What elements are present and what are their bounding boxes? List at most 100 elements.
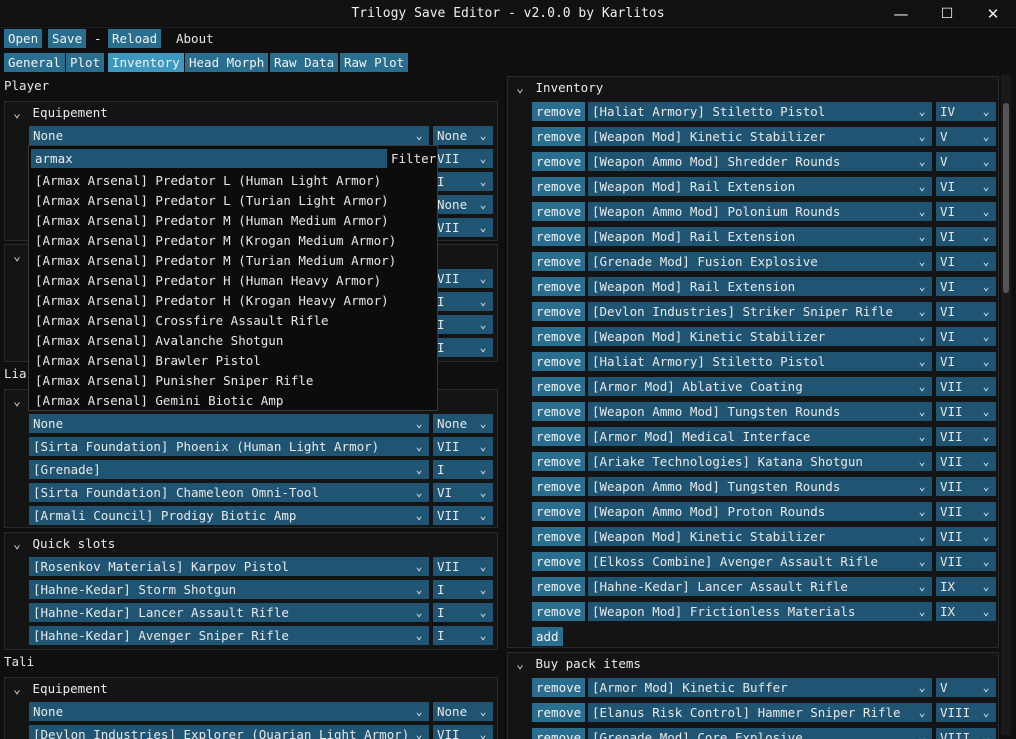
level-select[interactable]: V ⌄ (936, 127, 996, 146)
level-select[interactable]: VI ⌄ (936, 252, 996, 271)
level-select[interactable]: I ⌄ (433, 603, 493, 622)
quick-slot-select[interactable]: [Hahne-Kedar] Storm Shotgun ⌄ (29, 580, 429, 599)
level-select[interactable]: V ⌄ (936, 678, 996, 697)
filter-input[interactable]: armax (31, 149, 387, 168)
level-select[interactable]: VI ⌄ (936, 352, 996, 371)
level-select[interactable]: VII ⌄ (936, 452, 996, 471)
save-button[interactable]: Save (48, 29, 87, 48)
item-select[interactable]: [Hahne-Kedar] Lancer Assault Rifle ⌄ (588, 577, 932, 596)
remove-item-button[interactable]: remove (532, 127, 586, 146)
panel-header[interactable]: ⌄ (9, 391, 25, 411)
dropdown-option[interactable]: [Armax Arsenal] Gemini Biotic Amp (35, 391, 283, 411)
about-menu[interactable]: About (176, 31, 214, 46)
remove-item-button[interactable]: remove (532, 728, 586, 739)
equipment-select[interactable]: None ⌄ (29, 414, 429, 433)
remove-item-button[interactable]: remove (532, 327, 586, 346)
remove-item-button[interactable]: remove (532, 427, 586, 446)
item-select[interactable]: [Grenade Mod] Fusion Explosive ⌄ (588, 252, 932, 271)
level-select[interactable]: VI ⌄ (936, 277, 996, 296)
item-select[interactable]: [Weapon Ammo Mod] Tungsten Rounds ⌄ (588, 477, 932, 496)
tab-inventory[interactable]: Inventory (108, 53, 184, 72)
level-select[interactable]: VI ⌄ (433, 483, 493, 502)
panel-header[interactable]: ⌄ (9, 246, 25, 266)
close-button[interactable]: ✕ (970, 0, 1016, 28)
level-select[interactable]: IV ⌄ (936, 102, 996, 121)
item-select[interactable]: [Weapon Mod] Kinetic Stabilizer ⌄ (588, 327, 932, 346)
level-select[interactable]: VII ⌄ (433, 557, 493, 576)
level-select[interactable]: IX ⌄ (936, 577, 996, 596)
item-select[interactable]: [Grenade Mod] Core Explosive ⌄ (588, 728, 932, 739)
equipment-select[interactable]: [Grenade] ⌄ (29, 460, 429, 479)
equipment-select[interactable]: None ⌄ (29, 702, 429, 721)
level-select[interactable]: I ⌄ (433, 460, 493, 479)
item-select[interactable]: [Elkoss Combine] Avenger Assault Rifle ⌄ (588, 552, 932, 571)
level-select[interactable]: I ⌄ (433, 172, 493, 191)
remove-item-button[interactable]: remove (532, 678, 586, 697)
dropdown-option[interactable]: [Armax Arsenal] Avalanche Shotgun (35, 331, 283, 351)
tab-raw-plot[interactable]: Raw Plot (340, 53, 409, 72)
item-select[interactable]: [Ariake Technologies] Katana Shotgun ⌄ (588, 452, 932, 471)
quick-slots-header[interactable]: ⌄ Quick slots (9, 534, 115, 554)
level-select[interactable]: VIII ⌄ (936, 728, 996, 739)
remove-item-button[interactable]: remove (532, 402, 586, 421)
level-select[interactable]: VII ⌄ (936, 502, 996, 521)
remove-item-button[interactable]: remove (532, 527, 586, 546)
item-select[interactable]: [Armor Mod] Kinetic Buffer ⌄ (588, 678, 932, 697)
level-select[interactable]: VI ⌄ (936, 227, 996, 246)
item-select[interactable]: [Armor Mod] Medical Interface ⌄ (588, 427, 932, 446)
vertical-scrollbar[interactable] (1001, 75, 1011, 735)
dropdown-option[interactable]: [Armax Arsenal] Predator L (Human Light … (35, 171, 381, 191)
quick-slot-select[interactable]: [Hahne-Kedar] Lancer Assault Rifle ⌄ (29, 603, 429, 622)
remove-item-button[interactable]: remove (532, 602, 586, 621)
add-item-button[interactable]: add (532, 627, 563, 646)
equipment-select[interactable]: [Armali Council] Prodigy Biotic Amp ⌄ (29, 506, 429, 525)
level-select[interactable]: V ⌄ (936, 152, 996, 171)
level-select[interactable]: VII ⌄ (433, 218, 493, 237)
dropdown-option[interactable]: [Armax Arsenal] Punisher Sniper Rifle (35, 371, 313, 391)
remove-item-button[interactable]: remove (532, 577, 586, 596)
level-select[interactable]: VII ⌄ (433, 725, 493, 739)
level-select[interactable]: VI ⌄ (936, 327, 996, 346)
equipment-select[interactable]: None ⌄ (29, 126, 429, 145)
buy-pack-header[interactable]: ⌄ Buy pack items (512, 654, 641, 674)
dropdown-option[interactable]: [Armax Arsenal] Predator L (Turian Light… (35, 191, 389, 211)
level-select[interactable]: None ⌄ (433, 702, 493, 721)
item-select[interactable]: [Weapon Ammo Mod] Polonium Rounds ⌄ (588, 202, 932, 221)
scrollbar-thumb[interactable] (1003, 103, 1009, 293)
remove-item-button[interactable]: remove (532, 152, 586, 171)
reload-button[interactable]: Reload (108, 29, 162, 48)
level-select[interactable]: None ⌄ (433, 126, 493, 145)
level-select[interactable]: IX ⌄ (936, 602, 996, 621)
item-select[interactable]: [Armor Mod] Ablative Coating ⌄ (588, 377, 932, 396)
dropdown-option[interactable]: [Armax Arsenal] Brawler Pistol (35, 351, 261, 371)
remove-item-button[interactable]: remove (532, 552, 586, 571)
level-select[interactable]: VII ⌄ (936, 527, 996, 546)
equipment-select[interactable]: [Sirta Foundation] Chameleon Omni-Tool ⌄ (29, 483, 429, 502)
remove-item-button[interactable]: remove (532, 227, 586, 246)
remove-item-button[interactable]: remove (532, 502, 586, 521)
remove-item-button[interactable]: remove (532, 202, 586, 221)
minimize-button[interactable]: — (878, 0, 924, 28)
quick-slot-select[interactable]: [Rosenkov Materials] Karpov Pistol ⌄ (29, 557, 429, 576)
item-select[interactable]: [Devlon Industries] Striker Sniper Rifle… (588, 302, 932, 321)
equipment-select[interactable]: [Sirta Foundation] Phoenix (Human Light … (29, 437, 429, 456)
level-select[interactable]: VII ⌄ (433, 269, 493, 288)
dropdown-option[interactable]: [Armax Arsenal] Predator H (Krogan Heavy… (35, 291, 389, 311)
remove-item-button[interactable]: remove (532, 377, 586, 396)
level-select[interactable]: I ⌄ (433, 315, 493, 334)
remove-item-button[interactable]: remove (532, 477, 586, 496)
level-select[interactable]: VI ⌄ (936, 202, 996, 221)
remove-item-button[interactable]: remove (532, 703, 586, 722)
level-select[interactable]: None ⌄ (433, 195, 493, 214)
remove-item-button[interactable]: remove (532, 352, 586, 371)
level-select[interactable]: VII ⌄ (433, 149, 493, 168)
inventory-header[interactable]: ⌄ Inventory (512, 78, 603, 98)
tab-general[interactable]: General (4, 53, 65, 72)
item-select[interactable]: [Weapon Mod] Frictionless Materials ⌄ (588, 602, 932, 621)
equipment-select[interactable]: [Devlon Industries] Explorer (Quarian Li… (29, 725, 429, 739)
item-select[interactable]: [Weapon Mod] Rail Extension ⌄ (588, 277, 932, 296)
item-select[interactable]: [Weapon Ammo Mod] Proton Rounds ⌄ (588, 502, 932, 521)
level-select[interactable]: I ⌄ (433, 292, 493, 311)
remove-item-button[interactable]: remove (532, 452, 586, 471)
dropdown-option[interactable]: [Armax Arsenal] Predator H (Human Heavy … (35, 271, 381, 291)
